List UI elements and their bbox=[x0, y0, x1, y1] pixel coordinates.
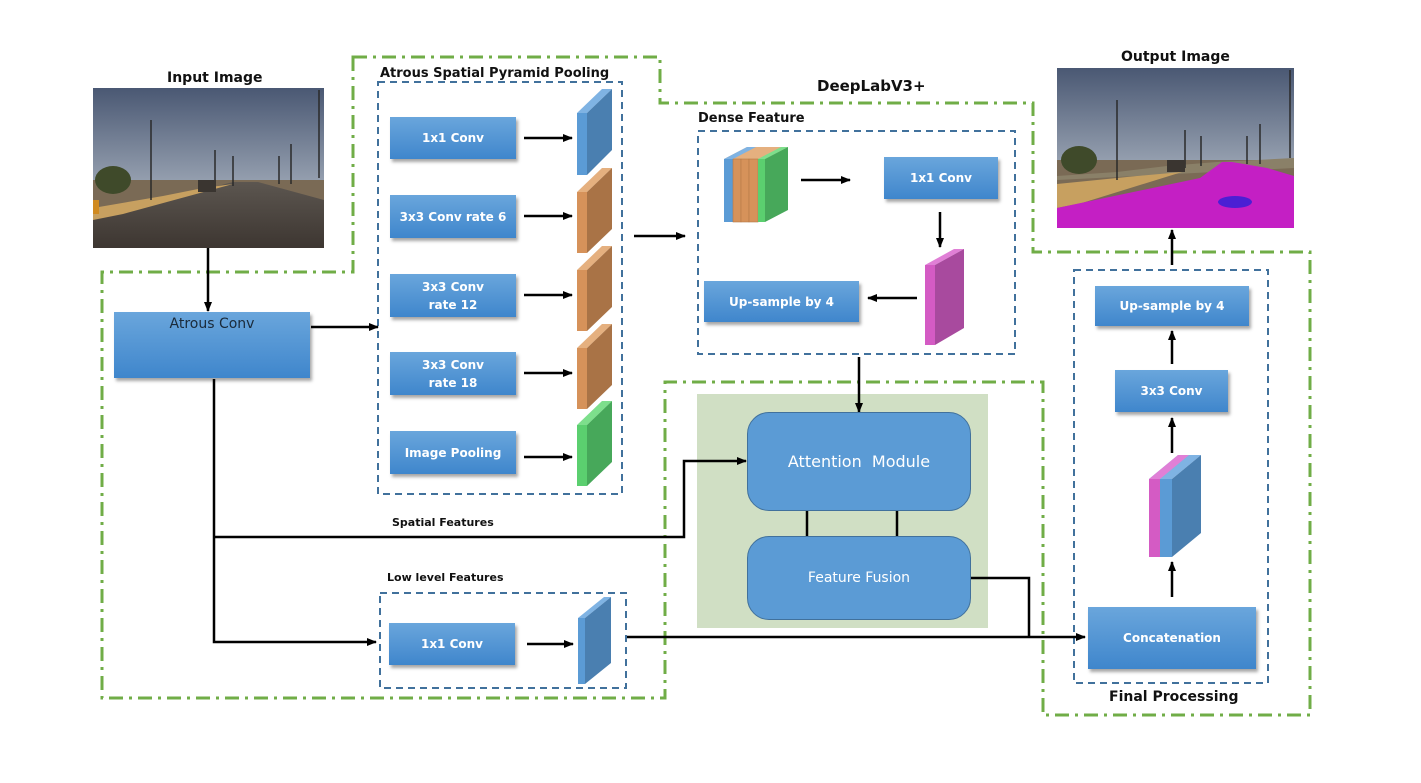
aspp-branch-rate18: 3x3 Conv rate 18 bbox=[390, 352, 516, 395]
aspp-branch-label: 1x1 Conv bbox=[421, 131, 485, 145]
low-level-conv-label: 1x1 Conv bbox=[420, 637, 484, 651]
input-image-label: Input Image bbox=[167, 70, 263, 86]
concatenated-feature-block bbox=[724, 147, 788, 223]
aspp-feature-4 bbox=[577, 324, 612, 409]
diagram-title: DeepLabV3+ bbox=[817, 77, 926, 95]
aspp-branch-label-line2: rate 12 bbox=[428, 297, 478, 312]
aspp-branch-image-pooling: Image Pooling bbox=[390, 431, 516, 474]
dense-upsample-label: Up-sample by 4 bbox=[728, 294, 835, 309]
feature-fusion-box: Feature Fusion bbox=[747, 536, 971, 620]
aspp-feature-1 bbox=[577, 89, 612, 175]
output-image-label: Output Image bbox=[1121, 49, 1230, 65]
attention-module-box: Attention Module bbox=[747, 412, 971, 511]
atrous-conv-box: Atrous Conv bbox=[114, 312, 310, 378]
aspp-branch-label-line2: rate 18 bbox=[428, 375, 478, 390]
dense-magenta-feature bbox=[925, 249, 964, 345]
final-upsample-label: Up-sample by 4 bbox=[1119, 299, 1225, 313]
aspp-branch-rate6: 3x3 Conv rate 6 bbox=[390, 195, 516, 238]
aspp-feature-2 bbox=[577, 168, 612, 253]
aspp-branch-label: Image Pooling bbox=[404, 445, 502, 460]
final-processing-label: Final Processing bbox=[1109, 689, 1239, 705]
input-photo-graphic bbox=[93, 88, 324, 248]
pothole-segmentation-mask bbox=[1218, 196, 1252, 208]
final-3x3-conv-box: 3x3 Conv bbox=[1115, 370, 1228, 412]
input-image bbox=[93, 88, 324, 248]
output-image bbox=[1057, 68, 1294, 228]
aspp-branch-rate12: 3x3 Conv rate 12 bbox=[390, 274, 516, 317]
dense-feature-label: Dense Feature bbox=[698, 111, 805, 126]
diagram-canvas: Input Image Output Image DeepLabV3+ Atro… bbox=[0, 0, 1421, 783]
aspp-feature-3 bbox=[577, 246, 612, 331]
aspp-feature-5 bbox=[577, 401, 612, 486]
final-upsample-box: Up-sample by 4 bbox=[1095, 286, 1249, 326]
dense-1x1-conv-label: 1x1 Conv bbox=[909, 171, 973, 185]
aspp-branch-label-line1: 3x3 Conv bbox=[421, 279, 485, 294]
concatenation-box: Concatenation bbox=[1088, 607, 1256, 669]
atrous-conv-label: Atrous Conv bbox=[169, 316, 255, 332]
final-feature-block bbox=[1149, 455, 1201, 557]
atrous-trunk-line bbox=[212, 379, 377, 646]
low-level-feature bbox=[578, 597, 611, 684]
low-level-1x1-conv-box: 1x1 Conv bbox=[389, 623, 515, 665]
concatenation-label: Concatenation bbox=[1123, 631, 1221, 645]
attention-module-label: Attention Module bbox=[787, 452, 931, 471]
aspp-branch-label: 3x3 Conv rate 6 bbox=[399, 209, 507, 224]
output-photo-graphic bbox=[1057, 68, 1294, 228]
aspp-branch-label-line1: 3x3 Conv bbox=[421, 357, 485, 372]
spatial-features-label: Spatial Features bbox=[392, 516, 494, 529]
low-level-features-label: Low level Features bbox=[387, 571, 504, 584]
aspp-branch-1x1-conv: 1x1 Conv bbox=[390, 117, 516, 159]
aspp-label: Atrous Spatial Pyramid Pooling bbox=[380, 66, 610, 81]
feature-fusion-label: Feature Fusion bbox=[807, 570, 911, 586]
dense-upsample-box: Up-sample by 4 bbox=[704, 281, 859, 322]
final-3x3-conv-label: 3x3 Conv bbox=[1140, 384, 1203, 398]
dense-1x1-conv-box: 1x1 Conv bbox=[884, 157, 998, 199]
